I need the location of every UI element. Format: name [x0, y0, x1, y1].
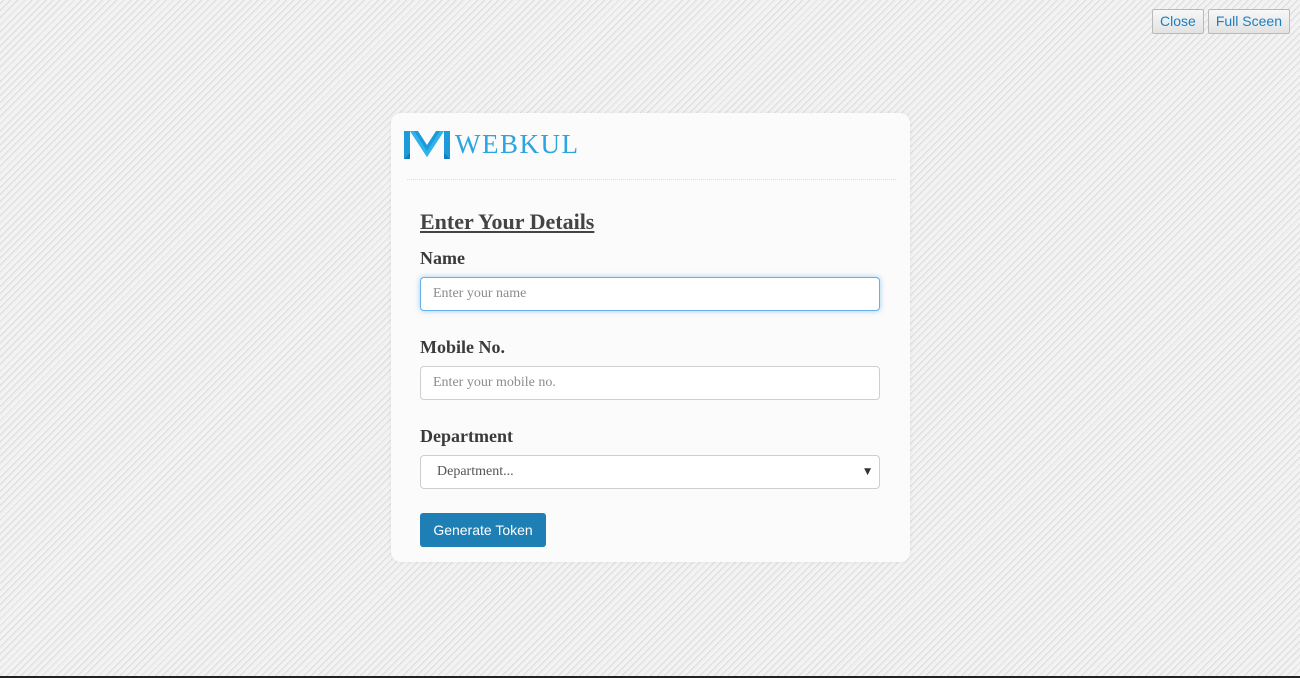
mobile-label: Mobile No. [420, 337, 505, 357]
name-label: Name [420, 248, 465, 268]
department-select[interactable]: Department... ▼ [420, 455, 880, 489]
webkul-logo: WEBKUL [404, 128, 579, 160]
close-button[interactable]: Close [1152, 9, 1204, 34]
webkul-w-logo-icon [404, 131, 450, 159]
token-form-card: WEBKUL Enter Your Details Name Mobile No… [391, 113, 910, 562]
header-divider [407, 179, 896, 180]
caret-down-icon: ▼ [864, 467, 871, 477]
form-title: Enter Your Details [420, 209, 595, 234]
department-label: Department [420, 426, 513, 446]
logo-text: WEBKUL [455, 129, 580, 159]
department-selected-value: Department... [437, 464, 514, 479]
top-controls: Close Full Sceen [1152, 9, 1290, 34]
fullscreen-button[interactable]: Full Sceen [1207, 9, 1290, 34]
name-input[interactable] [420, 277, 880, 311]
mobile-input[interactable] [420, 366, 880, 400]
generate-token-button[interactable]: Generate Token [420, 513, 546, 547]
